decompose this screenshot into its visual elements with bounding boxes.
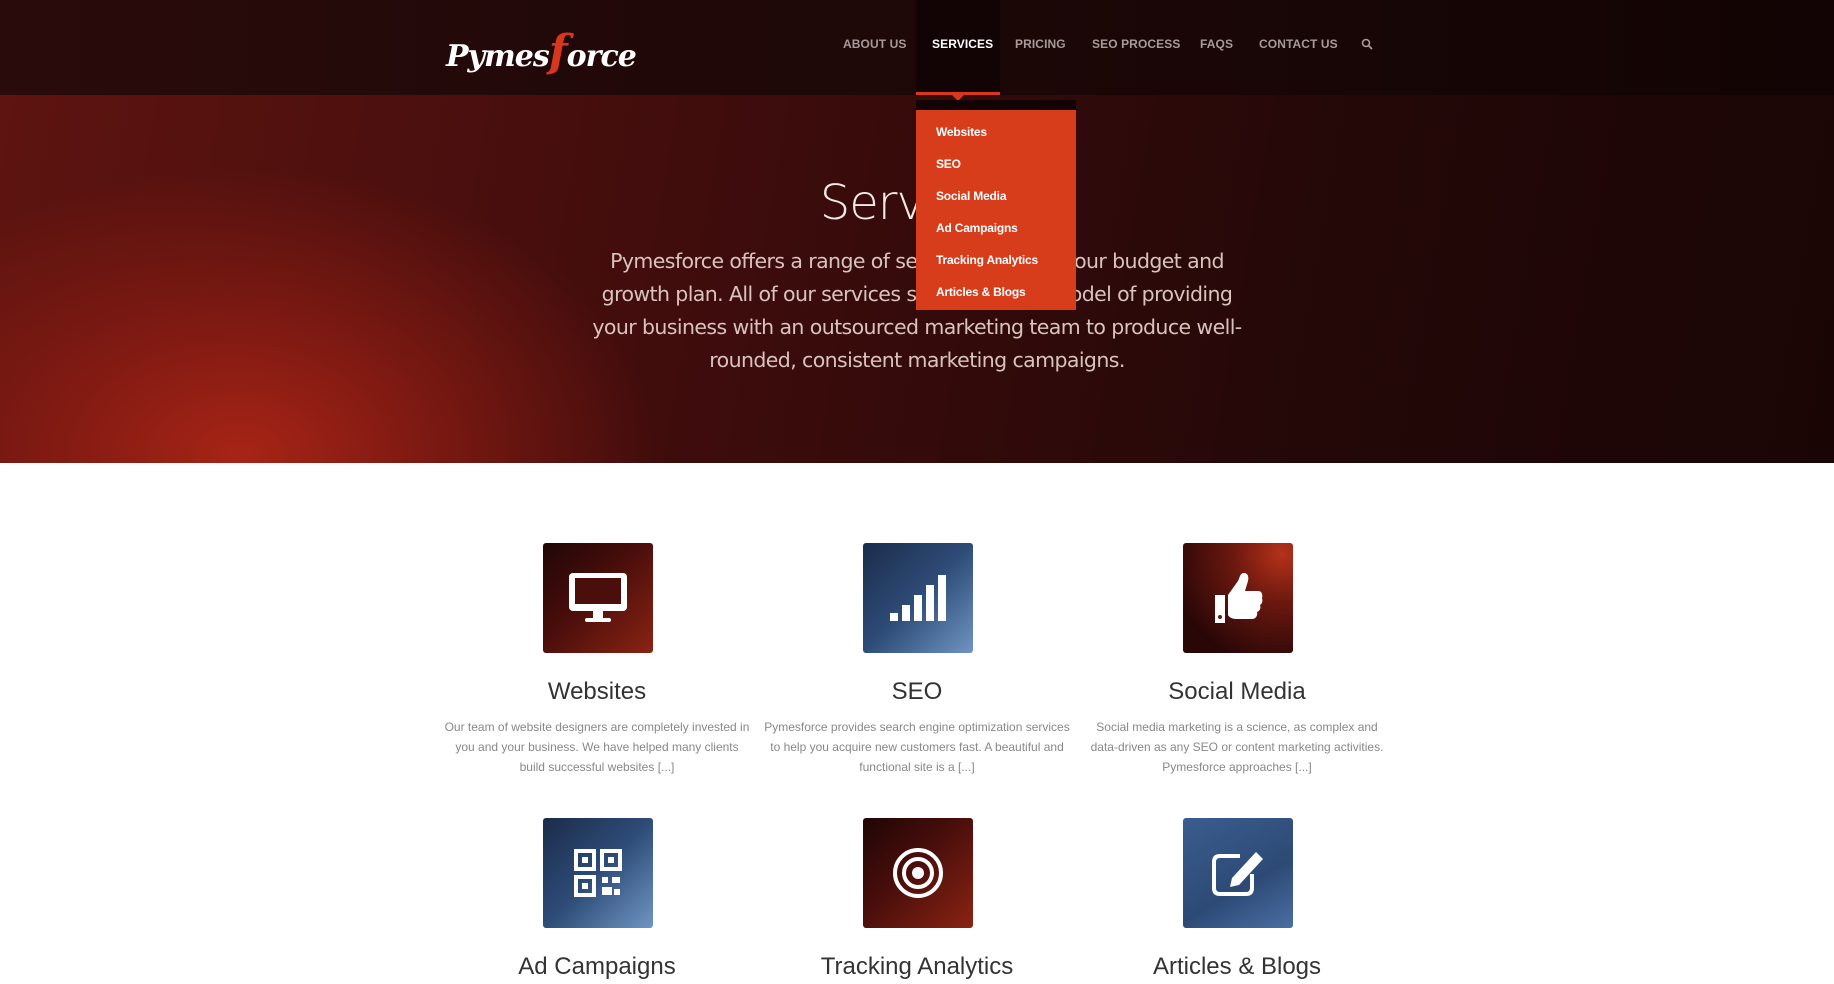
- service-title-social-media[interactable]: Social Media: [1077, 678, 1397, 706]
- monitor-icon[interactable]: [543, 543, 653, 653]
- qr-code-icon[interactable]: [543, 818, 653, 928]
- dropdown-item-websites[interactable]: Websites: [916, 116, 1076, 148]
- services-dropdown-menu: Websites SEO Social Media Ad Campaigns T…: [916, 100, 1076, 310]
- service-desc-seo: Pymesforce provides search engine optimi…: [764, 720, 1070, 774]
- logo-text-left: Pymes: [446, 39, 550, 74]
- nav-contact-us[interactable]: CONTACT US: [1259, 37, 1338, 51]
- logo-text-mid: f: [548, 26, 568, 77]
- nav-pricing[interactable]: PRICING: [1015, 37, 1066, 51]
- dropdown-item-tracking-analytics[interactable]: Tracking Analytics: [916, 244, 1076, 276]
- dropdown-item-seo[interactable]: SEO: [916, 148, 1076, 180]
- dropdown-item-articles-blogs[interactable]: Articles & Blogs: [916, 276, 1076, 308]
- service-title-websites[interactable]: Websites: [437, 678, 757, 706]
- service-title-articles-blogs[interactable]: Articles & Blogs: [1077, 953, 1397, 981]
- logo[interactable]: Pymesforce: [446, 24, 637, 85]
- signal-bars-icon[interactable]: [863, 543, 973, 653]
- service-title-seo[interactable]: SEO: [757, 678, 1077, 706]
- nav-seo-process[interactable]: SEO PROCESS: [1092, 37, 1180, 51]
- target-icon[interactable]: [863, 818, 973, 928]
- logo-text-right: orce: [566, 39, 637, 74]
- nav-about-us[interactable]: ABOUT US: [843, 37, 906, 51]
- nav-services[interactable]: SERVICES: [932, 37, 993, 51]
- nav-faqs[interactable]: FAQS: [1200, 37, 1233, 51]
- service-desc-social-media: Social media marketing is a science, as …: [1090, 720, 1384, 774]
- dropdown-item-social-media[interactable]: Social Media: [916, 180, 1076, 212]
- service-title-ad-campaigns[interactable]: Ad Campaigns: [437, 953, 757, 981]
- search-icon[interactable]: [1361, 38, 1373, 50]
- thumbs-up-icon[interactable]: [1183, 543, 1293, 653]
- dropdown-item-ad-campaigns[interactable]: Ad Campaigns: [916, 212, 1076, 244]
- site-header: Pymesforce ABOUT US SERVICES PRICING SEO…: [0, 0, 1834, 95]
- edit-icon[interactable]: [1183, 818, 1293, 928]
- service-desc-websites: Our team of website designers are comple…: [444, 720, 750, 774]
- service-title-tracking-analytics[interactable]: Tracking Analytics: [757, 953, 1077, 981]
